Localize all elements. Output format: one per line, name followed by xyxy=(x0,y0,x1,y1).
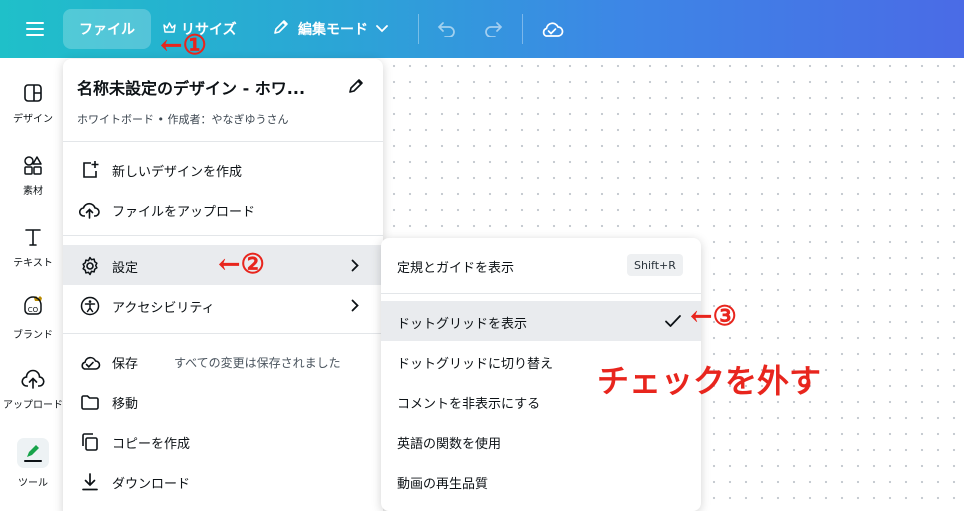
sidebar-item-label: テキスト xyxy=(13,258,53,269)
menu-item-label: ダウンロード xyxy=(112,477,191,492)
edit-mode-label: 編集モード xyxy=(298,22,368,38)
chevron-down-icon xyxy=(376,21,388,37)
annotation-step-3: ←③ xyxy=(690,301,737,332)
menu-item-label: コピーを作成 xyxy=(112,437,191,452)
svg-text:CO: CO xyxy=(28,306,39,314)
menu-item-label: 設定 xyxy=(112,261,139,276)
menu-divider xyxy=(381,293,701,294)
hamburger-menu-icon[interactable] xyxy=(22,9,48,49)
sidebar-item-label: ブランド xyxy=(13,330,53,341)
tools-icon xyxy=(17,438,49,468)
menu-item-label: アクセシビリティ xyxy=(112,301,215,316)
sidebar-item-text[interactable]: テキスト xyxy=(0,226,66,269)
menu-item-accessibility[interactable]: アクセシビリティ xyxy=(63,285,383,325)
submenu-item-label: 定規とガイドを表示 xyxy=(397,261,515,276)
add-page-icon xyxy=(79,159,101,181)
top-toolbar: ファイル リサイズ 編集モード xyxy=(0,0,964,58)
shortcut-badge: Shift+R xyxy=(627,254,683,276)
menu-item-label: ファイルをアップロード xyxy=(112,205,256,220)
menu-item-save[interactable]: 保存 すべての変更は保存されました xyxy=(63,341,383,381)
annotation-step-1: ←① xyxy=(160,30,207,61)
sidebar-item-label: デザイン xyxy=(13,114,53,125)
save-status-text: すべての変更は保存されました xyxy=(174,356,341,370)
edit-mode-button[interactable]: 編集モード xyxy=(272,9,400,49)
sidebar-item-upload[interactable]: アップロード xyxy=(0,368,66,411)
menu-item-move[interactable]: 移動 xyxy=(63,381,383,421)
gear-icon xyxy=(79,255,101,277)
menu-item-label: 移動 xyxy=(112,397,139,412)
submenu-item-english-functions[interactable]: 英語の関数を使用 xyxy=(381,421,701,461)
brand-icon: CO xyxy=(20,294,46,320)
accessibility-icon xyxy=(79,295,101,317)
sidebar-item-label: ツール xyxy=(18,478,48,489)
submenu-item-label: コメントを非表示にする xyxy=(397,397,541,412)
file-menu-label: ファイル xyxy=(79,22,135,38)
elements-icon xyxy=(22,154,44,176)
sidebar-item-label: 素材 xyxy=(23,186,43,197)
upload-icon xyxy=(21,368,45,390)
menu-divider xyxy=(63,235,383,236)
cloud-check-icon[interactable] xyxy=(538,9,566,49)
toolbar-divider xyxy=(522,14,523,44)
design-title[interactable]: 名称未設定のデザイン - ホワ... xyxy=(77,75,327,99)
redo-icon[interactable] xyxy=(480,9,506,49)
copy-icon xyxy=(79,431,101,453)
undo-icon[interactable] xyxy=(434,9,460,49)
menu-item-make-copy[interactable]: コピーを作成 xyxy=(63,421,383,461)
edit-title-pencil-icon[interactable] xyxy=(345,75,367,97)
submenu-item-show-dot-grid[interactable]: ドットグリッドを表示 xyxy=(381,301,701,341)
file-menu-panel: 名称未設定のデザイン - ホワ... ホワイトボード • 作成者：やなぎゆうさん… xyxy=(63,59,383,511)
cloud-upload-icon xyxy=(79,199,101,221)
design-subtitle: ホワイトボード • 作成者：やなぎゆうさん xyxy=(77,113,289,126)
download-icon xyxy=(79,471,101,493)
chevron-right-icon xyxy=(347,256,363,274)
menu-item-new-design[interactable]: 新しいデザインを作成 xyxy=(63,149,383,189)
design-icon xyxy=(22,82,44,104)
submenu-item-label: ドットグリッドに切り替え xyxy=(397,357,554,372)
annotation-instruction: チェックを外す xyxy=(597,362,822,400)
menu-divider xyxy=(63,141,383,142)
checkmark-icon xyxy=(663,311,683,331)
menu-divider xyxy=(63,333,383,334)
sidebar-item-design[interactable]: デザイン xyxy=(0,82,66,125)
toolbar-divider xyxy=(418,14,419,44)
cloud-check-icon xyxy=(79,351,101,373)
submenu-item-rulers-guides[interactable]: 定規とガイドを表示 Shift+R xyxy=(381,245,701,285)
menu-item-label: 新しいデザインを作成 xyxy=(112,165,243,180)
submenu-item-label: 動画の再生品質 xyxy=(397,477,489,492)
menu-item-upload-file[interactable]: ファイルをアップロード xyxy=(63,189,383,229)
sidebar-item-tools[interactable]: ツール xyxy=(0,438,66,489)
folder-icon xyxy=(79,391,101,413)
submenu-item-video-quality[interactable]: 動画の再生品質 xyxy=(381,461,701,501)
sidebar-item-brand[interactable]: CO ブランド xyxy=(0,294,66,341)
menu-item-download[interactable]: ダウンロード xyxy=(63,461,383,501)
text-icon xyxy=(22,226,44,248)
menu-item-label: 保存 xyxy=(112,357,139,372)
left-sidebar: デザイン 素材 テキスト CO ブランド アップロード ツール xyxy=(0,58,66,511)
chevron-right-icon xyxy=(347,296,363,314)
submenu-item-label: ドットグリッドを表示 xyxy=(397,317,528,332)
sidebar-item-elements[interactable]: 素材 xyxy=(0,154,66,197)
annotation-step-2: ←② xyxy=(218,249,265,280)
pencil-icon xyxy=(272,18,290,40)
file-menu-button[interactable]: ファイル xyxy=(63,9,151,49)
sidebar-item-label: アップロード xyxy=(3,400,63,411)
submenu-item-label: 英語の関数を使用 xyxy=(397,437,502,452)
